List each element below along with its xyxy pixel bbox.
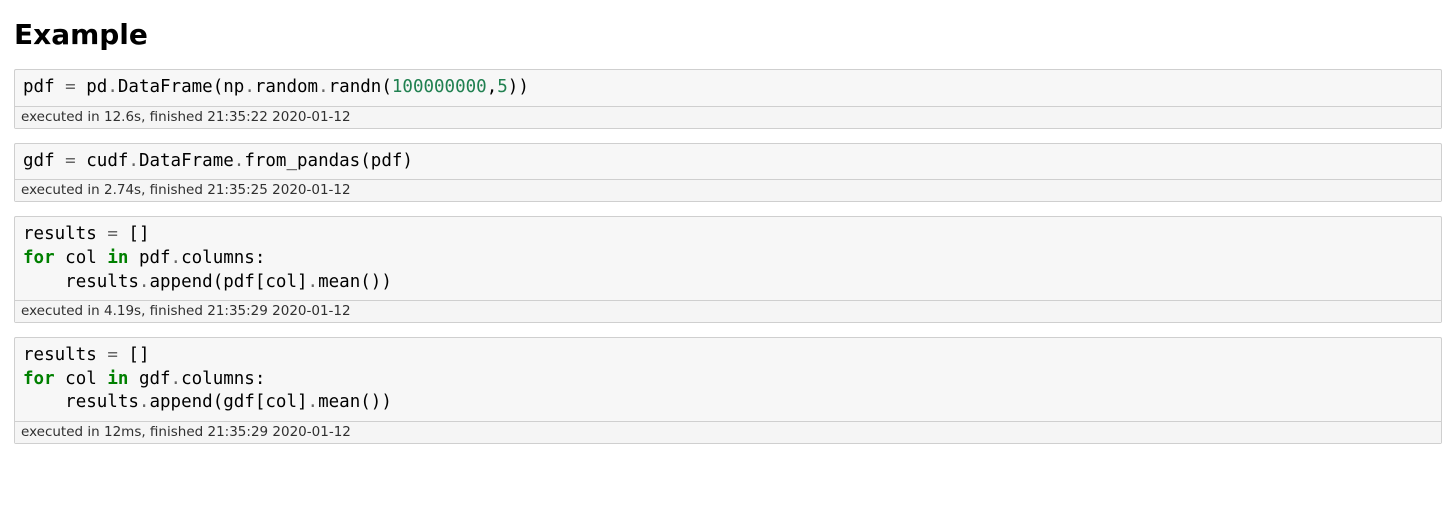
execution-status: executed in 2.74s, finished 21:35:25 202… (15, 179, 1441, 201)
code-token-name: pdf (371, 151, 403, 171)
code-token-punc: : (255, 369, 266, 389)
code-token-punc: ( (360, 392, 371, 412)
code-token-punc: ) (518, 77, 529, 97)
code-token-punc: ) (381, 392, 392, 412)
code-token-op: . (308, 392, 319, 412)
code-token-punc: [ (255, 392, 266, 412)
execution-status: executed in 12.6s, finished 21:35:22 202… (15, 106, 1441, 128)
code-token-name: col (65, 369, 97, 389)
code-token-op: . (139, 272, 150, 292)
code-token-name: append (149, 272, 212, 292)
code-token-punc: ) (381, 272, 392, 292)
code-token-punc: ) (371, 392, 382, 412)
code-cell: results = [] for col in pdf.columns: res… (14, 216, 1442, 323)
code-token-punc: ( (213, 272, 224, 292)
code-area[interactable]: pdf = pd.DataFrame(np.random.randn(10000… (15, 70, 1441, 106)
code-token-punc: ] (297, 272, 308, 292)
code-token-name: pdf (139, 248, 171, 268)
code-token-name: columns (181, 369, 255, 389)
code-token-punc: [ (128, 345, 139, 365)
code-token-name: from_pandas (244, 151, 360, 171)
code-token-name: pd (86, 77, 107, 97)
execution-status: executed in 12ms, finished 21:35:29 2020… (15, 421, 1441, 443)
code-token-name: mean (318, 392, 360, 412)
code-token-name: mean (318, 272, 360, 292)
code-token-punc: ] (139, 345, 150, 365)
code-token-punc: ( (213, 392, 224, 412)
code-token-kw: for (23, 369, 55, 389)
code-token-punc: ] (139, 224, 150, 244)
code-token-name: results (65, 392, 139, 412)
code-token-punc: ) (508, 77, 519, 97)
code-token-op: . (234, 151, 245, 171)
code-token-op: . (139, 392, 150, 412)
code-token-name: random (255, 77, 318, 97)
code-token-op: = (107, 345, 118, 365)
code-token-op: . (171, 248, 182, 268)
code-token-op: . (171, 369, 182, 389)
code-token-punc: ( (381, 77, 392, 97)
code-area[interactable]: results = [] for col in pdf.columns: res… (15, 217, 1441, 300)
code-token-kw: in (107, 369, 128, 389)
cells-container: pdf = pd.DataFrame(np.random.randn(10000… (14, 69, 1442, 444)
code-token-name: col (265, 392, 297, 412)
code-token-op: . (308, 272, 319, 292)
code-token-kw: for (23, 248, 55, 268)
code-token-name: np (223, 77, 244, 97)
code-token-name: gdf (223, 392, 255, 412)
code-token-op: = (65, 77, 76, 97)
code-area[interactable]: results = [] for col in gdf.columns: res… (15, 338, 1441, 421)
code-token-punc: [ (255, 272, 266, 292)
code-token-name: gdf (23, 151, 55, 171)
code-token-name: DataFrame (139, 151, 234, 171)
code-token-name: gdf (139, 369, 171, 389)
code-token-name: col (65, 248, 97, 268)
code-token-name: DataFrame (118, 77, 213, 97)
code-cell: pdf = pd.DataFrame(np.random.randn(10000… (14, 69, 1442, 129)
code-token-name: results (65, 272, 139, 292)
code-token-name: pdf (23, 77, 55, 97)
code-area[interactable]: gdf = cudf.DataFrame.from_pandas(pdf) (15, 144, 1441, 180)
code-token-op: . (107, 77, 118, 97)
code-token-name: results (23, 224, 97, 244)
code-token-punc: ( (360, 272, 371, 292)
code-token-op: = (65, 151, 76, 171)
execution-status: executed in 4.19s, finished 21:35:29 202… (15, 300, 1441, 322)
code-token-name: columns (181, 248, 255, 268)
code-token-op: = (107, 224, 118, 244)
code-token-op: . (128, 151, 139, 171)
code-token-punc: ) (371, 272, 382, 292)
section-heading: Example (14, 18, 1442, 51)
code-cell: gdf = cudf.DataFrame.from_pandas(pdf)exe… (14, 143, 1442, 203)
code-cell: results = [] for col in gdf.columns: res… (14, 337, 1442, 444)
code-token-punc: [ (128, 224, 139, 244)
code-token-punc: : (255, 248, 266, 268)
code-token-punc: ( (213, 77, 224, 97)
code-token-name: randn (329, 77, 382, 97)
code-token-kw: in (107, 248, 128, 268)
code-token-name: col (265, 272, 297, 292)
code-token-punc: ] (297, 392, 308, 412)
code-token-op: . (244, 77, 255, 97)
code-token-num: 100000000 (392, 77, 487, 97)
code-token-name: pdf (223, 272, 255, 292)
code-token-op: . (318, 77, 329, 97)
code-token-punc: , (487, 77, 498, 97)
code-token-num: 5 (497, 77, 508, 97)
code-token-punc: ( (360, 151, 371, 171)
code-token-punc: ) (402, 151, 413, 171)
code-token-name: cudf (86, 151, 128, 171)
code-token-name: append (149, 392, 212, 412)
code-token-name: results (23, 345, 97, 365)
